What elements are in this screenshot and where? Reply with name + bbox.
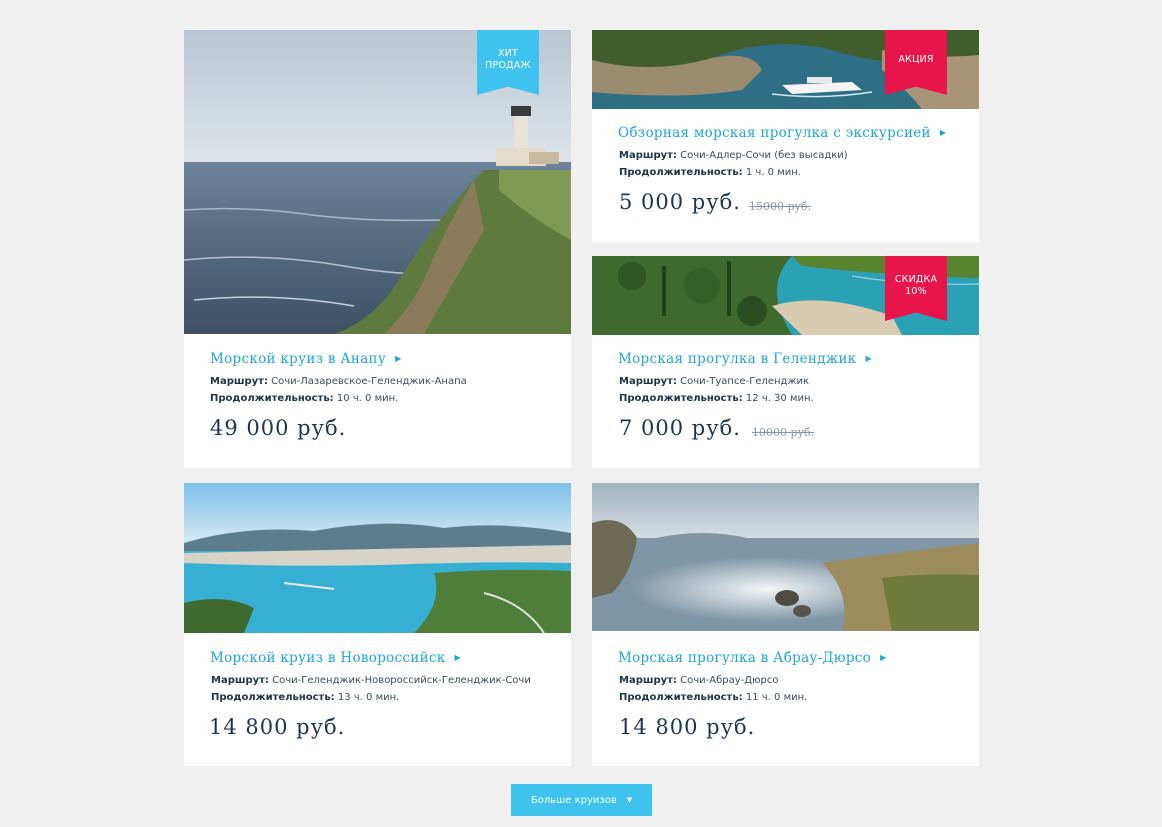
- caret-right-icon: ▶: [880, 653, 887, 662]
- card-price: 7 000 руб.: [619, 416, 741, 440]
- route-label: Маршрут:: [211, 675, 269, 686]
- card-title-link[interactable]: Морская прогулка в Геленджик ▶: [618, 351, 872, 367]
- card-title-link[interactable]: Обзорная морская прогулка с экскурсией ▶: [618, 125, 946, 141]
- route-label: Маршрут:: [619, 376, 677, 387]
- route-label: Маршрут:: [619, 675, 677, 686]
- card-title-link[interactable]: Морской круиз в Новороссийск ▶: [210, 650, 461, 666]
- card-duration: Продолжительность: 13 ч. 0 мин.: [211, 689, 399, 706]
- more-cruises-button[interactable]: Больше круизов ▼: [511, 784, 652, 816]
- card-duration: Продолжительность: 10 ч. 0 мин.: [210, 390, 398, 407]
- route-value: Сочи-Адлер-Сочи (без высадки): [680, 150, 848, 161]
- route-value: Сочи-Лазаревское-Геленджик-Анапа: [271, 376, 467, 387]
- ribbon-line-1: АКЦИЯ: [898, 54, 934, 65]
- card-duration: Продолжительность: 1 ч. 0 мин.: [619, 164, 801, 181]
- more-cruises-label: Больше круизов: [530, 794, 617, 806]
- ribbon-line-1: СКИДКА: [894, 274, 938, 285]
- card-price: 14 800 руб.: [209, 715, 346, 739]
- route-value: Сочи-Туапсе-Геленджик: [680, 376, 810, 387]
- caret-right-icon: ▶: [395, 354, 402, 363]
- card-title-text: Морской круиз в Анапу: [210, 351, 387, 367]
- card-title-text: Обзорная морская прогулка с экскурсией: [618, 125, 931, 141]
- ribbon-discount: СКИДКА 10%: [885, 256, 947, 321]
- duration-value: 1 ч. 0 мин.: [745, 167, 801, 178]
- ribbon-line-1: ХИТ: [497, 48, 519, 59]
- caret-right-icon: ▶: [865, 354, 872, 363]
- card-duration: Продолжительность: 12 ч. 30 мин.: [619, 390, 814, 407]
- card-price: 5 000 руб.: [619, 190, 741, 214]
- cruise-card-excursion[interactable]: АКЦИЯ Обзорная морская прогулка с экскур…: [592, 30, 979, 242]
- duration-label: Продолжительность:: [619, 167, 743, 178]
- duration-value: 12 ч. 30 мин.: [745, 393, 814, 404]
- duration-label: Продолжительность:: [619, 692, 743, 703]
- card-title-text: Морская прогулка в Абрау-Дюрсо: [618, 650, 872, 666]
- duration-label: Продолжительность:: [210, 393, 334, 404]
- card-route: Маршрут: Сочи-Геленджик-Новороссийск-Гел…: [211, 672, 531, 689]
- card-photo-bay[interactable]: [184, 483, 571, 633]
- duration-label: Продолжительность:: [211, 692, 335, 703]
- card-route: Маршрут: Сочи-Туапсе-Геленджик: [619, 373, 809, 390]
- card-price: 14 800 руб.: [619, 715, 756, 739]
- card-old-price: 15000 руб.: [749, 200, 812, 213]
- card-price: 49 000 руб.: [210, 416, 347, 440]
- card-duration: Продолжительность: 11 ч. 0 мин.: [619, 689, 807, 706]
- ribbon-hit: ХИТ ПРОДАЖ: [477, 30, 539, 95]
- card-route: Маршрут: Сочи-Абрау-Дюрсо: [619, 672, 778, 689]
- duration-value: 11 ч. 0 мин.: [745, 692, 808, 703]
- card-photo-sunlit-sea[interactable]: [592, 483, 979, 631]
- cruise-card-gelendzhik[interactable]: СКИДКА 10% Морская прогулка в Геленджик ▶…: [592, 256, 979, 468]
- card-title-text: Морской круиз в Новороссийск: [210, 650, 446, 666]
- route-label: Маршрут:: [619, 150, 677, 161]
- caret-down-icon: ▼: [626, 796, 633, 804]
- card-route: Маршрут: Сочи-Лазаревское-Геленджик-Анап…: [210, 373, 467, 390]
- card-old-price: 10000 руб.: [752, 426, 815, 439]
- ribbon-line-2: ПРОДАЖ: [485, 60, 531, 71]
- cruise-card-novorossiysk[interactable]: Морской круиз в Новороссийск ▶ Маршрут: С…: [184, 483, 571, 766]
- caret-right-icon: ▶: [939, 128, 947, 137]
- route-value: Сочи-Абрау-Дюрсо: [680, 675, 779, 686]
- card-route: Маршрут: Сочи-Адлер-Сочи (без высадки): [619, 147, 848, 164]
- duration-value: 10 ч. 0 мин.: [336, 393, 399, 404]
- route-value: Сочи-Геленджик-Новороссийск-Геленджик-Со…: [272, 675, 531, 686]
- route-label: Маршрут:: [210, 376, 268, 387]
- caret-right-icon: ▶: [454, 653, 461, 662]
- cruise-card-abrau-durso[interactable]: Морская прогулка в Абрау-Дюрсо ▶ Маршрут:…: [592, 483, 979, 766]
- card-title-text: Морская прогулка в Геленджик: [618, 351, 857, 367]
- ribbon-promo: АКЦИЯ: [885, 30, 947, 95]
- ribbon-line-2: 10%: [905, 286, 927, 297]
- duration-value: 13 ч. 0 мин.: [337, 692, 400, 703]
- card-title-link[interactable]: Морская прогулка в Абрау-Дюрсо ▶: [618, 650, 887, 666]
- duration-label: Продолжительность:: [619, 393, 743, 404]
- card-title-link[interactable]: Морской круиз в Анапу ▶: [210, 351, 402, 367]
- cruise-card-anapa[interactable]: ХИТ ПРОДАЖ Морской круиз в Анапу ▶ Маршру…: [184, 30, 571, 468]
